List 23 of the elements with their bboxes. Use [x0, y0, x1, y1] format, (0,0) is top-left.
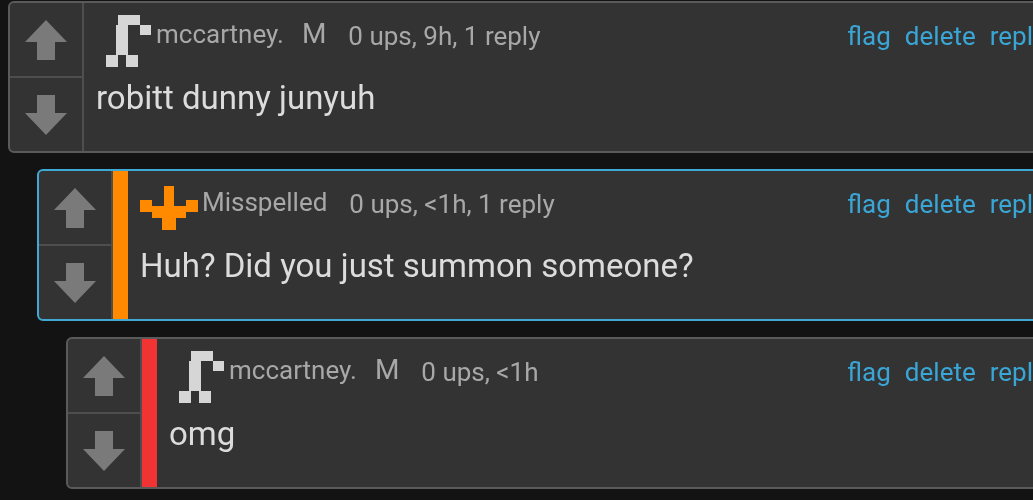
action-link[interactable]: flag — [847, 16, 891, 56]
action-link[interactable]: flag — [847, 184, 891, 224]
action-link[interactable]: repl — [989, 184, 1033, 224]
author-name[interactable]: mccartney. — [229, 350, 357, 390]
user-flair-label: M — [301, 16, 327, 52]
down-arrow-icon[interactable] — [24, 92, 68, 137]
action-link[interactable]: repl — [989, 16, 1033, 56]
comment-meta: 0 ups, <1h, 1 reply — [349, 187, 555, 221]
comment-text: omg — [169, 413, 236, 455]
comment-text: robitt dunny junyuh — [96, 77, 376, 119]
author-name[interactable]: mccartney. — [156, 14, 284, 54]
down-arrow-icon[interactable] — [82, 428, 126, 473]
user-flair-label: M — [374, 352, 400, 388]
action-link[interactable]: repl — [989, 352, 1033, 392]
action-link[interactable]: delete — [904, 16, 976, 56]
author-name[interactable]: Misspelled — [202, 182, 328, 222]
comment-meta: 0 ups, 9h, 1 reply — [348, 19, 541, 53]
comment-meta: 0 ups, <1h — [421, 355, 539, 389]
action-link[interactable]: delete — [904, 184, 976, 224]
action-link[interactable]: delete — [904, 352, 976, 392]
action-link[interactable]: flag — [847, 352, 891, 392]
down-arrow-icon[interactable] — [53, 260, 97, 305]
comment-text: Huh? Did you just summon someone? — [140, 245, 694, 287]
